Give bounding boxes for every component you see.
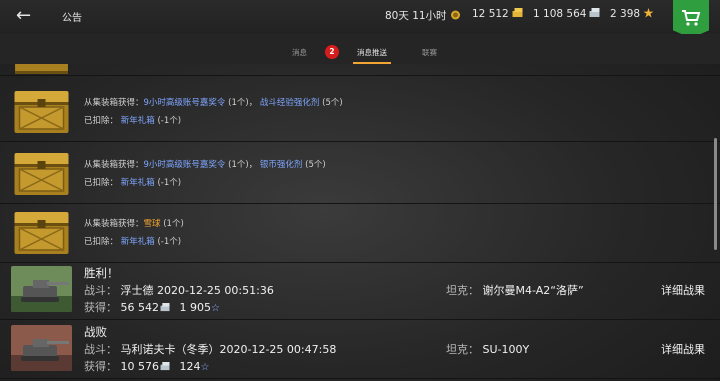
premium-time[interactable]: 80天 11小时 [385,8,461,23]
chest-icon [14,153,69,195]
credits-icon [160,303,170,312]
divider [0,141,720,142]
cart-icon [682,10,701,26]
gold-balance[interactable]: 12 512 [472,8,523,20]
tab-messages[interactable]: 消息 [292,47,307,58]
battle-result: 胜利！ [84,266,119,280]
divider [0,75,720,76]
list-item: 从集装箱获得：9小时高级账号嘉奖令 (1个)， 战斗经验强化剂 (5个) 已扣除… [0,86,710,136]
tank-info: 坦克： SU-100Y [446,343,530,356]
earned-info: 获得： 56 542 1 905☆ [84,301,220,314]
credits-icon [160,362,170,371]
chest-icon [15,64,68,74]
tab-notifications[interactable]: 消息推送 [357,47,387,58]
star-icon: ☆ [200,362,210,373]
battle-row[interactable]: 胜利！ 战斗： 浮士德 2020-12-25 00:51:36 获得： 56 5… [0,261,710,319]
deducted-line: 已扣除： 新年礼箱 (-1个) [84,237,182,247]
reward-item-link[interactable]: 银币强化剂 [260,160,303,170]
shop-button[interactable] [673,0,709,38]
premium-icon [450,10,460,20]
list-item: 从集装箱获得：9小时高级账号嘉奖令 (1个)， 银币强化剂 (5个) 已扣除： … [0,148,710,198]
battle-info: 战斗： 马利诺夫卡（冬季）2020-12-25 00:47:58 [84,343,337,356]
deducted-item-link[interactable]: 新年礼箱 [121,237,155,247]
star-icon [643,8,654,18]
page-title: 公告 [62,13,82,24]
tab-bar: 消息 消息推送 联赛 [0,34,720,64]
reward-line: 从集装箱获得：9小时高级账号嘉奖令 (1个)， 银币强化剂 (5个) [84,160,326,170]
chest-icon [14,212,69,254]
divider [0,378,720,379]
credits-icon [589,8,600,17]
tank-info: 坦克： 谢尔曼M4-A2“洛萨” [446,284,584,297]
tab-league[interactable]: 联赛 [422,47,437,58]
reward-item-link[interactable]: 9小时高级账号嘉奖令 [144,98,226,108]
deducted-item-link[interactable]: 新年礼箱 [121,178,155,188]
battle-info: 战斗： 浮士德 2020-12-25 00:51:36 [84,284,274,297]
credits-balance[interactable]: 1 108 564 [533,8,600,20]
reward-line: 从集装箱获得：雪球 (1个) [84,219,184,229]
reward-item-link[interactable]: 战斗经验强化剂 [260,98,320,108]
active-tab-indicator [353,62,391,64]
unread-badge: 2 [325,45,339,59]
deducted-item-link[interactable]: 新年礼箱 [121,116,155,126]
chest-icon [14,91,69,133]
earned-info: 获得： 10 576 124☆ [84,360,210,373]
details-button[interactable]: 详细战果 [661,341,705,357]
star-icon: ☆ [211,303,220,314]
reward-item-link[interactable]: 9小时高级账号嘉奖令 [144,160,226,170]
scrollbar[interactable] [714,138,717,250]
deducted-line: 已扣除： 新年礼箱 (-1个) [84,178,182,188]
tank-thumbnail [11,325,72,371]
list-item: 从集装箱获得：雪球 (1个) 已扣除： 新年礼箱 (-1个) [0,207,710,257]
gold-icon [512,8,523,17]
reward-item-link[interactable]: 雪球 [144,219,161,229]
top-bar: ← 公告 80天 11小时 12 512 1 108 564 2 398 [0,0,720,38]
free-xp-balance[interactable]: 2 398 [610,8,654,20]
battle-result: 战败 [84,325,107,339]
battle-row[interactable]: 战败 战斗： 马利诺夫卡（冬季）2020-12-25 00:47:58 获得： … [0,320,710,378]
reward-line: 从集装箱获得：9小时高级账号嘉奖令 (1个)， 战斗经验强化剂 (5个) [84,98,343,108]
divider [0,203,720,204]
details-button[interactable]: 详细战果 [661,282,705,298]
deducted-line: 已扣除： 新年礼箱 (-1个) [84,116,182,126]
back-arrow-icon[interactable]: ← [16,6,38,26]
tank-thumbnail [11,266,72,312]
